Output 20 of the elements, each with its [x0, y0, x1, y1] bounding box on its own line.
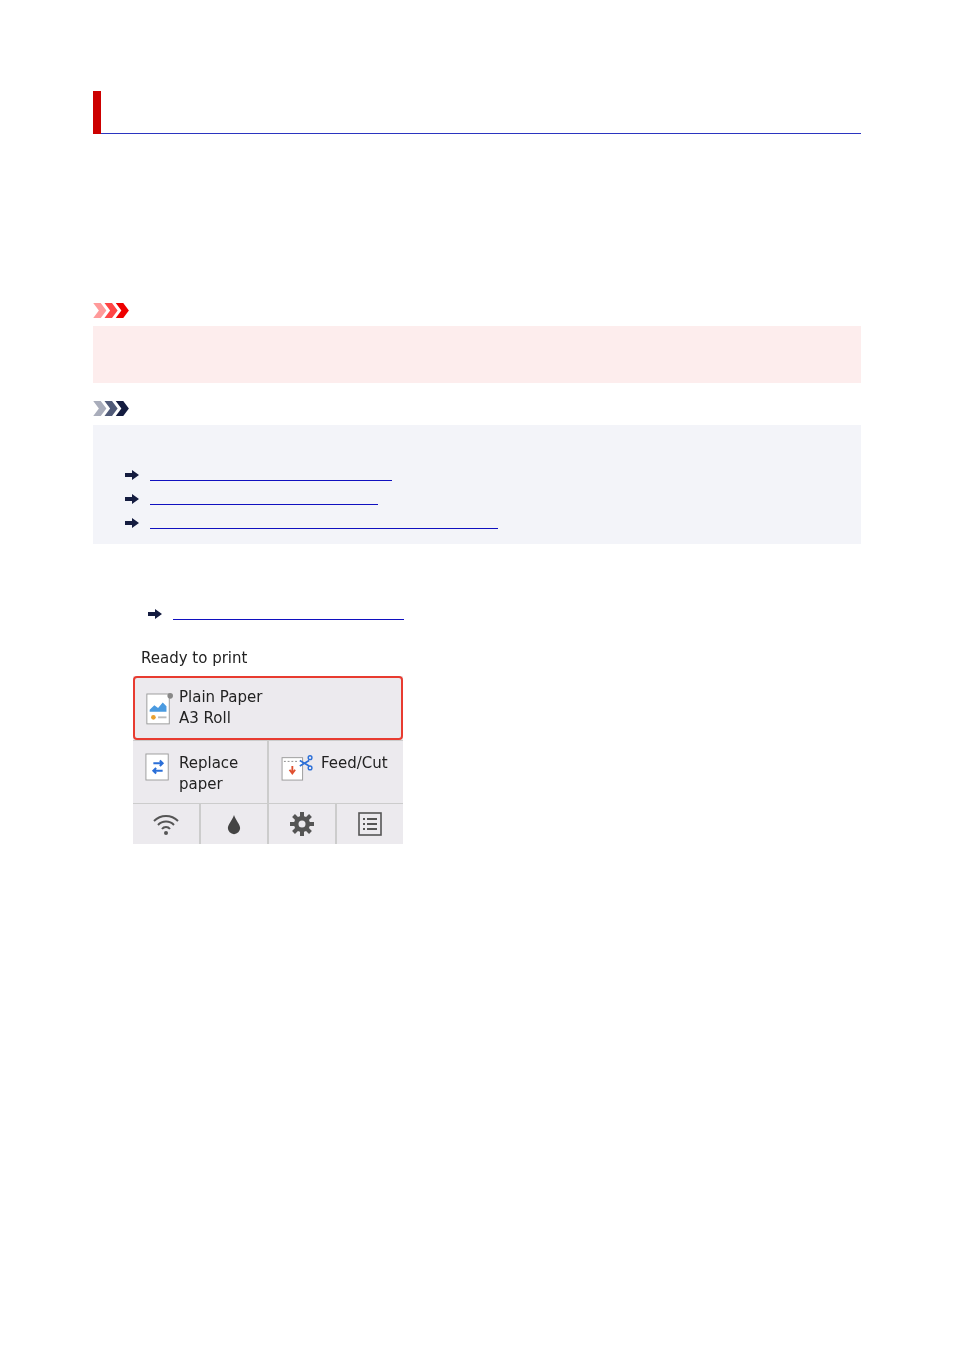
note-icon	[93, 401, 131, 416]
status-text: Ready to print	[133, 644, 403, 676]
heading-marker	[93, 91, 101, 134]
arrow-icon	[125, 494, 139, 504]
settings-icon	[290, 812, 314, 836]
important-icon	[93, 303, 131, 318]
swap-arrows-icon	[145, 753, 171, 781]
list-icon	[358, 812, 382, 836]
ink-drop-icon	[227, 813, 241, 835]
scissors-icon	[281, 753, 313, 781]
arrow-icon	[148, 609, 162, 619]
replace-paper-button[interactable]: Replace paper	[133, 741, 267, 803]
arrow-icon	[125, 518, 139, 528]
media-text: Plain Paper	[179, 687, 263, 708]
paper-roll-icon	[145, 691, 173, 725]
wifi-icon	[152, 813, 180, 835]
arrow-icon	[125, 470, 139, 480]
feed-cut-button[interactable]: Feed/Cut	[267, 741, 403, 803]
media-button[interactable]: Plain Paper A3 Roll	[133, 676, 403, 740]
media-text: A3 Roll	[179, 708, 232, 729]
